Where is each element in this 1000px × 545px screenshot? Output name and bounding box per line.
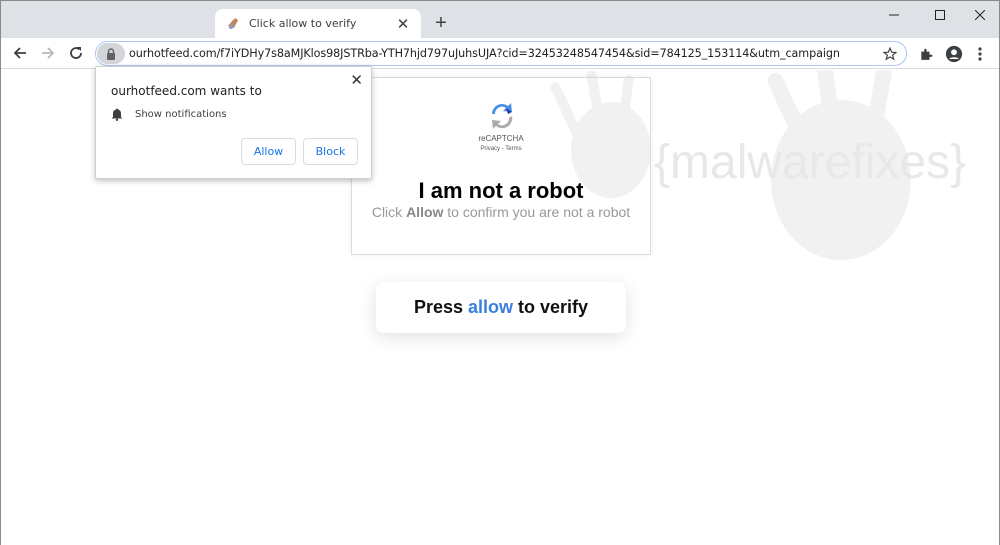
permission-label: Show notifications — [135, 109, 227, 120]
address-bar[interactable]: ourhotfeed.com/f7iYDHy7s8aMJKlos98JSTRba… — [95, 41, 907, 66]
captcha-box: reCAPTCHA Privacy - Terms I am not a rob… — [351, 77, 651, 255]
recaptcha-links[interactable]: Privacy - Terms — [352, 146, 650, 152]
reload-icon — [70, 47, 82, 59]
profile-avatar-icon[interactable] — [943, 43, 965, 65]
bell-icon — [111, 108, 123, 121]
verify-prefix: Press — [413, 297, 463, 317]
verify-card: Press allow to verify — [376, 282, 626, 333]
recaptcha-logo-icon — [492, 103, 513, 129]
subtitle-bold: Allow — [406, 204, 444, 220]
tab-title: Click allow to verify — [249, 17, 357, 30]
forward-button[interactable] — [37, 42, 59, 64]
arrow-right-icon — [42, 47, 55, 59]
captcha-subtitle: Click Allow to confirm you are not a rob… — [352, 204, 650, 220]
maximize-icon — [935, 10, 945, 20]
minimize-button[interactable] — [871, 3, 917, 27]
new-tab-button[interactable]: + — [431, 11, 451, 35]
site-info-button[interactable] — [97, 43, 125, 64]
kebab-menu-icon[interactable] — [969, 43, 991, 65]
captcha-title: I am not a robot — [418, 178, 584, 203]
lock-icon — [107, 47, 115, 60]
reload-button[interactable] — [65, 42, 87, 64]
subtitle-prefix: Click — [371, 204, 403, 220]
browser-window: Click allow to verify ✕ + ourhotfeed.com… — [0, 0, 1000, 545]
verify-highlight: allow — [468, 297, 514, 317]
active-tab[interactable]: Click allow to verify ✕ — [215, 9, 421, 38]
allow-button[interactable]: Allow — [241, 138, 296, 165]
popup-close-icon[interactable]: ✕ — [350, 71, 363, 89]
tab-close-icon[interactable]: ✕ — [395, 15, 411, 33]
permission-row: Show notifications — [111, 108, 227, 121]
watermark-text: {malwarefixes} — [654, 136, 966, 189]
browser-toolbar: ourhotfeed.com/f7iYDHy7s8aMJKlos98JSTRba… — [1, 38, 999, 69]
block-button[interactable]: Block — [303, 138, 358, 165]
close-window-button[interactable] — [957, 3, 1000, 27]
back-button[interactable] — [9, 42, 31, 64]
extensions-puzzle-icon[interactable] — [915, 43, 937, 65]
minimize-icon — [889, 14, 899, 16]
popup-title: ourhotfeed.com wants to — [111, 84, 262, 98]
recaptcha-label: reCAPTCHA — [478, 134, 524, 143]
title-bar: Click allow to verify ✕ + — [1, 1, 999, 38]
verify-suffix: to verify — [518, 297, 589, 317]
notification-permission-popup: ✕ ourhotfeed.com wants to Show notificat… — [95, 66, 372, 179]
url-text[interactable]: ourhotfeed.com/f7iYDHy7s8aMJKlos98JSTRba… — [129, 47, 880, 60]
close-icon — [975, 10, 985, 20]
subtitle-suffix: to confirm you are not a robot — [447, 204, 631, 220]
bookmark-star-icon[interactable] — [880, 44, 900, 64]
arrow-left-icon — [13, 47, 26, 59]
puzzle-favicon-icon — [225, 16, 241, 32]
